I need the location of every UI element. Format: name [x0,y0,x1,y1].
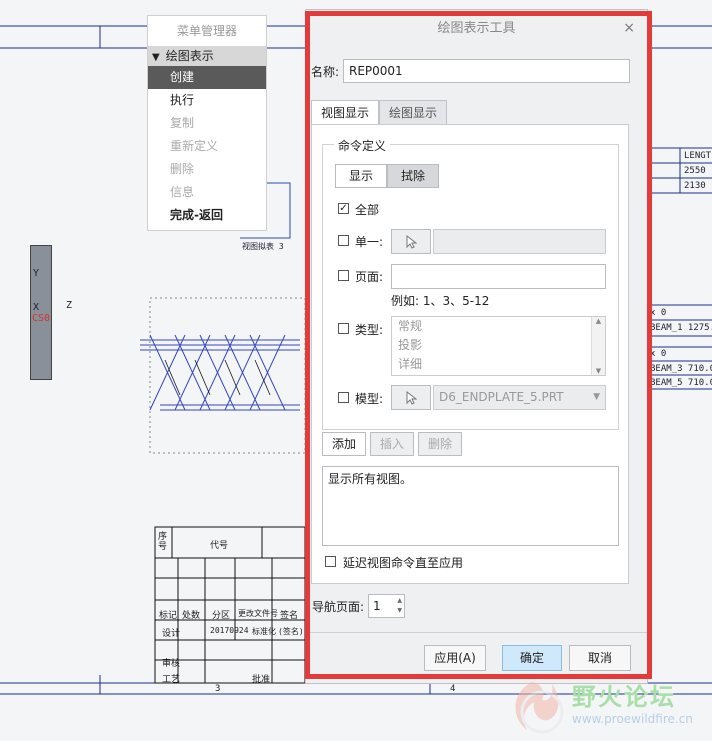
flame-logo-icon [515,682,564,734]
page-input[interactable] [391,264,606,289]
footer-divider [306,632,647,633]
title-block-standard: 标准化 [252,627,276,636]
type-listbox-scrollbar[interactable]: ▲ ▼ [591,317,605,375]
name-input[interactable]: REP0001 [343,59,630,83]
title-block-approve: 批准 [252,675,271,685]
menu-item-delete[interactable]: 删除 [148,158,266,181]
cursor-arrow-icon [406,390,418,405]
menu-item-copy[interactable]: 复制 [148,112,266,135]
command-text: 显示所有视图。 [328,472,413,486]
single-label: 单一: [355,235,384,249]
menu-item-done-return[interactable]: 完成-返回 [148,204,266,227]
menu-manager-title: 菜单管理器 [176,24,237,38]
chevron-down-icon: ▼ [593,392,600,402]
dialog-title-bar[interactable]: 绘图表示工具 × [306,10,647,47]
title-block-seq: 序号 [158,532,168,552]
apply-button[interactable]: 应用(A) [424,645,486,671]
cursor-arrow-icon [406,234,418,249]
nav-page-spinner[interactable]: 1 ▲ ▼ [368,594,405,618]
defer-checkbox[interactable] [325,556,336,567]
page-example: 例如: 1、3、5-12 [391,294,490,308]
axis-x-label: X [33,302,40,313]
title-block-date: 20170924 [210,626,249,635]
model-label: 模型: [355,392,384,406]
scroll-up-icon[interactable]: ▲ [592,317,605,325]
list-item[interactable]: 投影 [392,336,605,355]
beam-row: x 0 [650,308,667,318]
page-checkbox[interactable] [338,270,349,281]
all-label: 全部 [355,203,380,217]
beam-row: BEAM_5 710.0 [650,378,712,388]
nav-page-label: 导航页面: [312,600,365,614]
view-label: 视图拟表 3 [242,242,284,251]
model-select-arrow-button[interactable] [391,385,431,410]
defer-label: 延迟视图命令直至应用 [343,556,464,570]
menu-item-create[interactable]: 创建 [148,66,266,89]
title-block-label: 分区 [212,611,231,621]
watermark: 野火论坛 www.proewildfire.cn [500,672,712,741]
tab-drawing-display[interactable]: 绘图显示 [379,100,447,125]
title-block-label: 标记 [159,611,178,621]
watermark-text: 野火论坛 [572,683,676,711]
axis-z-label: Z [66,300,73,311]
watermark-url: www.proewildfire.cn [572,712,693,726]
title-block-label: 签名 [280,611,299,621]
table-cell: 2130 [684,181,706,191]
axis-y-label: Y [33,268,40,279]
menu-manager: 菜单管理器 ▼ 绘图表示 创建 执行 复制 重新定义 删除 信息 完成-返回 [147,15,267,231]
model-value: D6_ENDPLATE_5.PRT [439,390,564,404]
table-cell: 2550 [684,166,706,176]
page-label: 页面: [355,270,384,284]
type-listbox[interactable]: 常规 投影 详细 ▲ ▼ [391,316,606,376]
title-block-process: 工艺 [162,675,181,685]
add-button[interactable]: 添加 [322,432,366,456]
scroll-down-icon[interactable]: ▼ [592,367,605,375]
title-block-label: 更改文件号 [238,609,278,618]
ok-button[interactable]: 确定 [502,645,562,671]
command-text-area[interactable]: 显示所有视图。 [322,466,619,546]
collapse-triangle-icon: ▼ [152,52,160,63]
type-label: 类型: [355,323,384,337]
zone-number: 3 [215,684,221,694]
model-select[interactable]: D6_ENDPLATE_5.PRT ▼ [433,385,606,410]
single-input[interactable] [433,229,606,254]
beam-row: x 0 [650,349,667,359]
cs-label: CS0 [32,313,51,324]
menu-section-drawing-rep[interactable]: ▼ 绘图表示 [148,46,266,66]
show-button[interactable]: 显示 [335,164,387,188]
title-block-review: 审核 [162,659,181,669]
single-checkbox[interactable] [338,235,349,246]
zone-number: 4 [450,684,456,694]
list-item[interactable]: 详细 [392,355,605,374]
title-block-label: 处数 [182,611,201,621]
spinner-arrows-icon[interactable]: ▲ ▼ [397,596,402,616]
menu-section-label: 绘图表示 [165,49,214,63]
insert-button[interactable]: 插入 [370,432,414,456]
table-header-length: LENGT [684,151,712,161]
title-block-code: 代号 [210,541,229,551]
model-checkbox[interactable] [338,392,349,403]
type-checkbox[interactable] [338,323,349,334]
delete-button[interactable]: 删除 [418,432,462,456]
title-block-sign: (签名) [278,627,304,636]
menu-item-info[interactable]: 信息 [148,181,266,204]
menu-item-redefine[interactable]: 重新定义 [148,135,266,158]
tab-view-display[interactable]: 视图显示 [311,100,379,125]
beam-row: BEAM_1 1275.0 [650,323,712,333]
menu-item-execute[interactable]: 执行 [148,89,266,112]
group-title: 命令定义 [334,137,391,154]
select-arrow-button[interactable] [391,229,431,254]
erase-button[interactable]: 拭除 [387,164,439,188]
beam-row: BEAM_3 710.0 [650,364,712,374]
all-checkbox[interactable]: ✓ [338,203,349,214]
title-block-design: 设计 [162,629,181,639]
dialog-title: 绘图表示工具 [437,21,516,36]
close-icon[interactable]: × [623,10,635,47]
list-item[interactable]: 常规 [392,317,605,336]
nav-page-value: 1 [373,599,381,613]
name-label: 名称: [311,65,340,79]
cancel-button[interactable]: 取消 [569,645,631,671]
